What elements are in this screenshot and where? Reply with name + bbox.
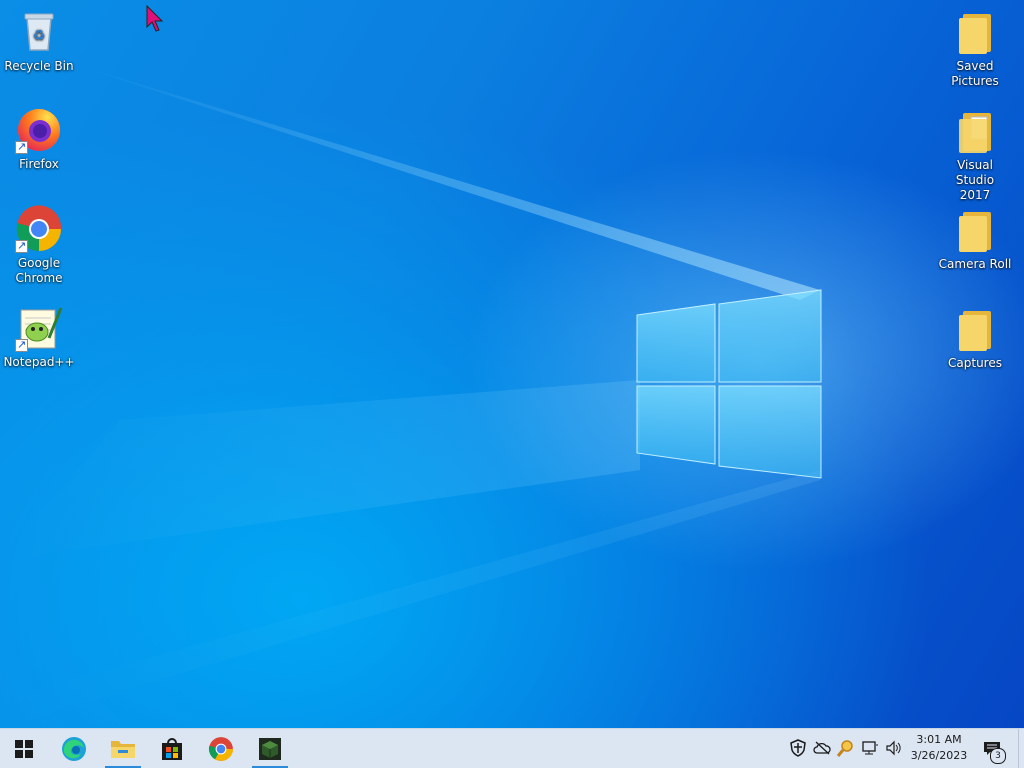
network-icon[interactable] bbox=[861, 739, 879, 757]
desktop-icon-label: Captures bbox=[948, 356, 1002, 370]
mouse-cursor-icon bbox=[146, 5, 164, 32]
security-shield-icon[interactable] bbox=[789, 739, 807, 757]
desktop-icon-captures[interactable]: Captures bbox=[937, 305, 1013, 371]
desktop[interactable]: ♻ Recycle Bin Firefox bbox=[0, 0, 1024, 728]
clock-date: 3/26/2023 bbox=[910, 749, 968, 762]
desktop-icon-label: Recycle Bin bbox=[4, 59, 74, 73]
shortcut-arrow-icon bbox=[15, 337, 28, 352]
desktop-icon-firefox[interactable]: Firefox bbox=[1, 106, 77, 172]
desktop-icon-recycle-bin[interactable]: ♻ Recycle Bin bbox=[1, 8, 77, 74]
svg-text:♻: ♻ bbox=[33, 28, 46, 44]
desktop-icon-google-chrome[interactable]: Google Chrome bbox=[1, 205, 77, 286]
action-center-button[interactable]: 3 bbox=[982, 739, 1006, 764]
taskbar-file-explorer-button[interactable] bbox=[103, 729, 143, 768]
show-desktop-button[interactable] bbox=[1018, 729, 1024, 768]
desktop-icon-label: Saved Pictures bbox=[951, 59, 999, 88]
terminal-app-icon bbox=[259, 737, 281, 760]
desktop-icon-camera-roll[interactable]: Camera Roll bbox=[937, 206, 1013, 272]
taskbar-edge-button[interactable] bbox=[54, 729, 94, 768]
windows-start-icon bbox=[15, 739, 33, 758]
notification-count-badge: 3 bbox=[990, 748, 1006, 764]
folder-icon bbox=[951, 107, 999, 155]
start-button[interactable] bbox=[4, 729, 44, 768]
edge-icon bbox=[62, 736, 86, 761]
folder-icon bbox=[951, 206, 999, 254]
desktop-icon-label: Firefox bbox=[19, 157, 59, 171]
chrome-icon bbox=[208, 736, 233, 761]
taskbar-chrome-button[interactable] bbox=[201, 729, 241, 768]
wallpaper-light-beams bbox=[0, 60, 822, 728]
taskbar-microsoft-store-button[interactable] bbox=[152, 729, 192, 768]
desktop-icon-label: Visual Studio 2017 bbox=[955, 158, 995, 202]
notepad-plus-plus-icon bbox=[15, 304, 63, 352]
taskbar-clock[interactable]: 3:01 AM 3/26/2023 bbox=[904, 732, 974, 764]
folder-icon bbox=[951, 305, 999, 353]
desktop-icon-label: Notepad++ bbox=[3, 355, 75, 369]
desktop-icon-notepad-plus-plus[interactable]: Notepad++ bbox=[1, 304, 77, 370]
onedrive-offline-icon[interactable] bbox=[813, 739, 831, 757]
desktop-icon-saved-pictures[interactable]: Saved Pictures bbox=[937, 8, 1013, 89]
taskbar: 3:01 AM 3/26/2023 3 bbox=[0, 728, 1024, 768]
firefox-icon bbox=[15, 106, 63, 154]
desktop-icon-label: Google Chrome bbox=[15, 256, 63, 285]
windows-logo-wallpaper bbox=[636, 289, 822, 479]
file-explorer-icon bbox=[111, 740, 135, 758]
folder-icon bbox=[951, 8, 999, 56]
microsoft-store-icon bbox=[162, 737, 182, 760]
taskbar-terminal-app-button[interactable] bbox=[250, 729, 290, 768]
recycle-bin-icon: ♻ bbox=[15, 8, 63, 56]
shortcut-arrow-icon bbox=[15, 238, 28, 253]
clock-time: 3:01 AM bbox=[916, 733, 962, 746]
shortcut-arrow-icon bbox=[15, 139, 28, 154]
desktop-icon-label: Camera Roll bbox=[938, 257, 1012, 271]
chrome-icon bbox=[15, 205, 63, 253]
desktop-icon-visual-studio-2017[interactable]: Visual Studio 2017 bbox=[937, 107, 1013, 203]
search-tool-icon[interactable] bbox=[837, 739, 855, 757]
volume-icon[interactable] bbox=[885, 739, 903, 757]
